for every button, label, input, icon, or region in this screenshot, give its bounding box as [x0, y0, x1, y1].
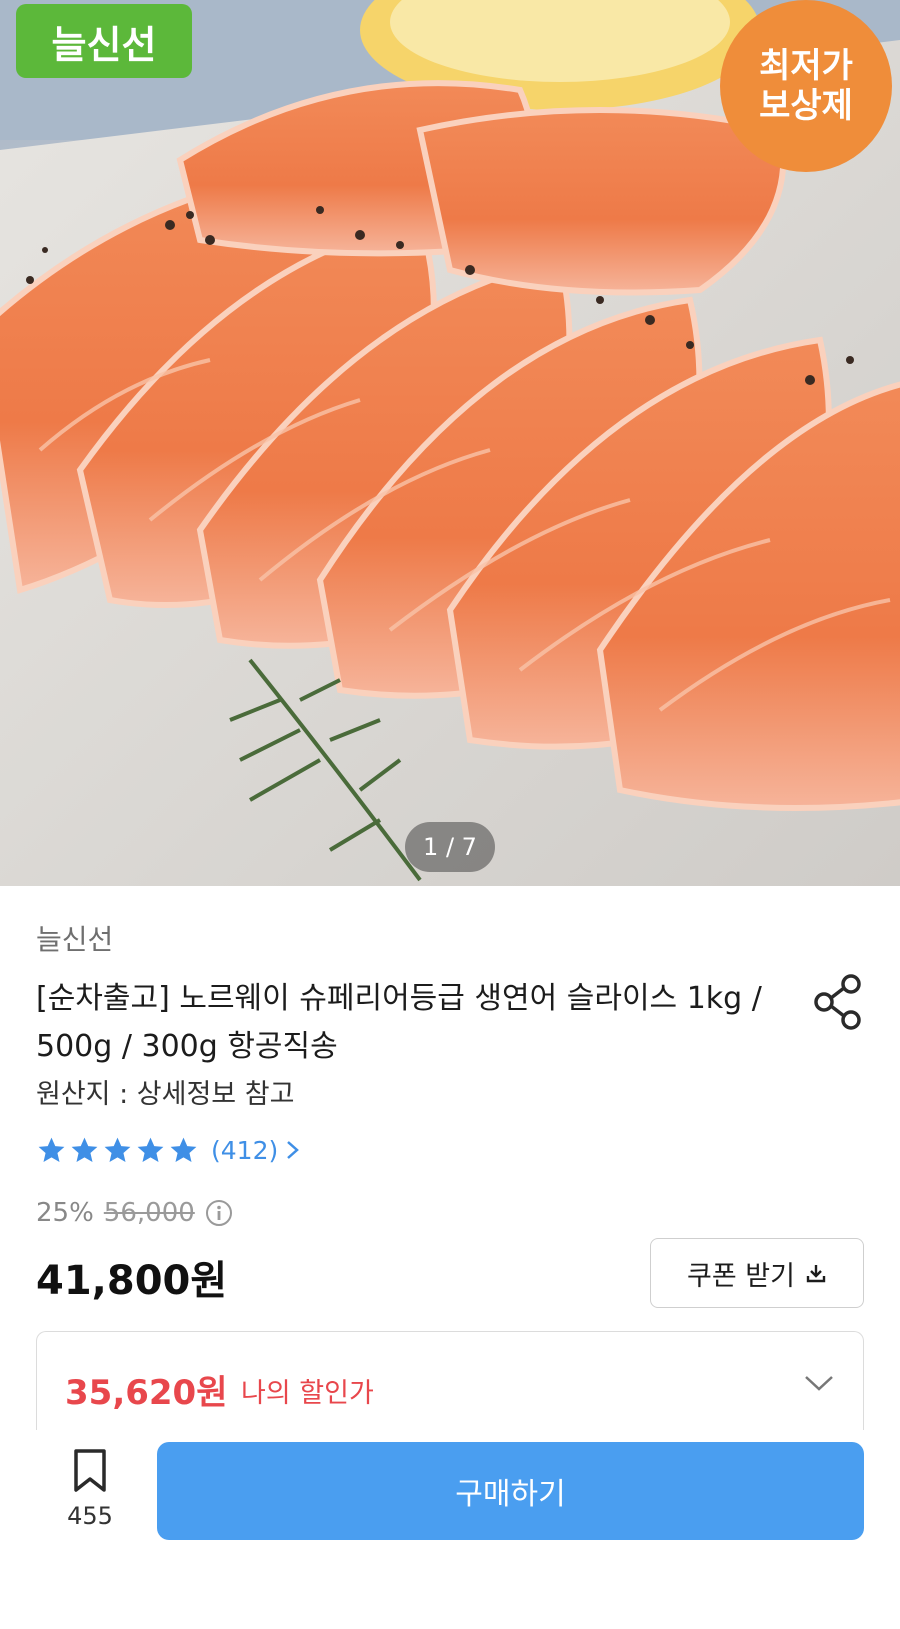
badge-line-1: 최저가 — [759, 46, 853, 86]
share-button[interactable] — [810, 972, 866, 1032]
buy-button[interactable]: 구매하기 — [157, 1442, 864, 1540]
product-image[interactable]: 늘신선 최저가 보상제 1 / 7 — [0, 0, 900, 886]
star-icon — [38, 1137, 65, 1162]
sale-price: 41,800원 — [36, 1258, 228, 1304]
bottom-action-bar: 455 구매하기 — [0, 1430, 900, 1629]
bookmark-count: 455 — [67, 1502, 113, 1530]
share-icon — [814, 974, 861, 1030]
original-price: 56,000 — [103, 1198, 195, 1228]
lowest-price-badge: 최저가 보상제 — [720, 0, 892, 172]
my-discount-panel[interactable]: 35,620원 나의 할인가 — [36, 1331, 864, 1441]
bookmark-icon — [74, 1449, 106, 1492]
bookmark-button[interactable]: 455 — [56, 1448, 124, 1558]
chevron-right-icon — [287, 1141, 300, 1159]
seller-name[interactable]: 늘신선 — [36, 918, 113, 958]
my-discount-amount: 35,620원 — [65, 1373, 228, 1413]
discount-row: 25% 56,000 — [36, 1195, 233, 1231]
chevron-down-icon[interactable] — [803, 1372, 835, 1394]
coupon-button[interactable]: 쿠폰 받기 — [650, 1238, 864, 1308]
rating-row[interactable]: (412) — [36, 1130, 302, 1170]
star-icon — [170, 1137, 197, 1162]
image-counter: 1 / 7 — [405, 822, 495, 872]
coupon-label: 쿠폰 받기 — [687, 1260, 795, 1292]
brand-tag: 늘신선 — [16, 4, 192, 78]
rating-stars — [36, 1135, 199, 1166]
review-count[interactable]: (412) — [211, 1136, 278, 1165]
star-icon — [71, 1137, 98, 1162]
origin-info: 원산지 : 상세정보 참고 — [36, 1079, 295, 1110]
product-title: [순차출고] 노르웨이 슈페리어등급 생연어 슬라이스 1kg / 500g /… — [36, 981, 762, 1064]
download-icon — [806, 1265, 826, 1283]
star-icon — [104, 1137, 131, 1162]
my-discount-label: 나의 할인가 — [241, 1378, 374, 1409]
star-icon — [137, 1137, 164, 1162]
badge-line-2: 보상제 — [759, 86, 853, 126]
info-icon[interactable] — [205, 1199, 233, 1227]
discount-rate: 25% — [36, 1198, 94, 1228]
